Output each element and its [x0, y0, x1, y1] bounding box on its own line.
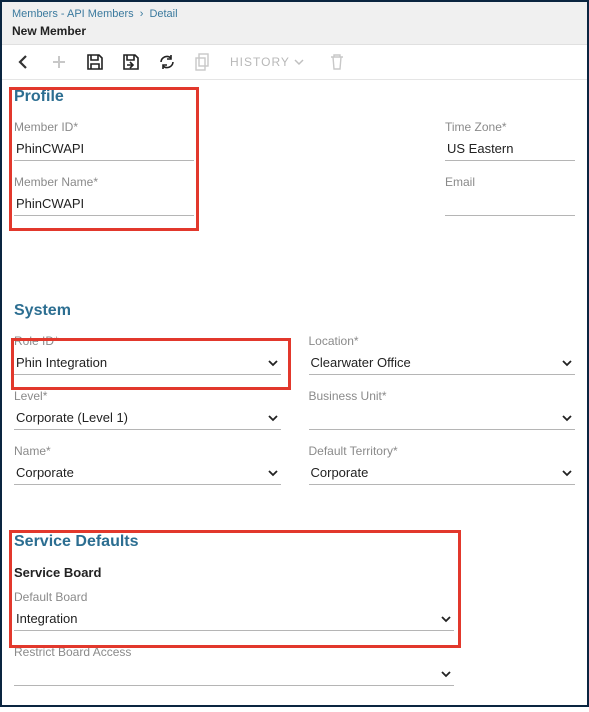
back-icon[interactable] — [14, 53, 32, 71]
member-name-input[interactable] — [16, 196, 192, 211]
breadcrumb-parent[interactable]: Members - API Members — [12, 8, 134, 20]
role-id-select[interactable] — [16, 355, 263, 370]
system-title: System — [14, 302, 575, 320]
location-field: Location* — [309, 334, 576, 375]
member-id-label: Member ID* — [14, 120, 194, 134]
service-defaults-title: Service Defaults — [14, 533, 575, 551]
page-title: New Member — [12, 24, 577, 38]
profile-title: Profile — [14, 88, 575, 106]
history-label: HISTORY — [230, 55, 290, 69]
delete-icon — [328, 53, 346, 71]
member-id-field: Member ID* — [14, 120, 194, 161]
role-id-field: Role ID* — [14, 334, 281, 375]
breadcrumb-current: Detail — [149, 8, 177, 20]
service-defaults-section: Service Defaults Service Board Default B… — [14, 533, 575, 686]
restrict-board-label: Restrict Board Access — [14, 645, 454, 659]
breadcrumb-separator: › — [140, 8, 144, 20]
save-icon[interactable] — [86, 53, 104, 71]
role-id-label: Role ID* — [14, 334, 281, 348]
time-zone-input[interactable] — [447, 141, 589, 156]
business-unit-label: Business Unit* — [309, 389, 576, 403]
chevron-down-icon[interactable] — [267, 467, 279, 479]
history-button: HISTORY — [230, 55, 304, 69]
default-territory-field: Default Territory* — [309, 444, 576, 485]
restrict-board-field: Restrict Board Access — [14, 645, 454, 686]
profile-section: Profile Member ID* Member Name* — [14, 88, 575, 230]
toolbar: HISTORY — [2, 45, 587, 80]
service-board-title: Service Board — [14, 565, 575, 580]
time-zone-field: Time Zone* — [445, 120, 575, 161]
location-select[interactable] — [311, 355, 558, 370]
default-board-label: Default Board — [14, 590, 454, 604]
content: Profile Member ID* Member Name* — [2, 80, 587, 712]
restrict-board-select[interactable] — [16, 666, 436, 681]
system-section: System Role ID* Level* — [14, 302, 575, 499]
chevron-down-icon[interactable] — [267, 357, 279, 369]
copy-icon — [194, 53, 212, 71]
email-input[interactable] — [447, 196, 589, 211]
chevron-down-icon[interactable] — [561, 357, 573, 369]
chevron-down-icon[interactable] — [561, 467, 573, 479]
chevron-down-icon[interactable] — [267, 412, 279, 424]
location-label: Location* — [309, 334, 576, 348]
default-territory-label: Default Territory* — [309, 444, 576, 458]
breadcrumb: Members - API Members › Detail — [12, 8, 577, 20]
business-unit-field: Business Unit* — [309, 389, 576, 430]
default-board-select[interactable] — [16, 611, 436, 626]
member-name-label: Member Name* — [14, 175, 194, 189]
name-select[interactable] — [16, 465, 263, 480]
level-select[interactable] — [16, 410, 263, 425]
email-label: Email — [445, 175, 575, 189]
chevron-down-icon — [294, 57, 304, 67]
default-board-field: Default Board — [14, 590, 454, 631]
level-label: Level* — [14, 389, 281, 403]
email-field: Email — [445, 175, 575, 216]
chevron-down-icon[interactable] — [440, 613, 452, 625]
time-zone-label: Time Zone* — [445, 120, 575, 134]
member-name-field: Member Name* — [14, 175, 194, 216]
chevron-down-icon[interactable] — [440, 668, 452, 680]
plus-icon — [50, 53, 68, 71]
chevron-down-icon[interactable] — [561, 412, 573, 424]
default-territory-select[interactable] — [311, 465, 558, 480]
header-bar: Members - API Members › Detail New Membe… — [2, 2, 587, 45]
business-unit-select[interactable] — [311, 410, 558, 425]
member-id-input[interactable] — [16, 141, 192, 156]
name-label: Name* — [14, 444, 281, 458]
level-field: Level* — [14, 389, 281, 430]
save-and-close-icon[interactable] — [122, 53, 140, 71]
refresh-icon[interactable] — [158, 53, 176, 71]
name-field: Name* — [14, 444, 281, 485]
